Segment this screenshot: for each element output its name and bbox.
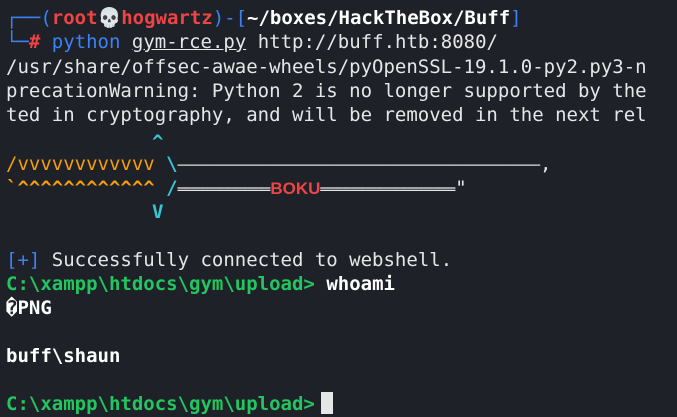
command-line: └─# python gym-rce.py http://buff.htb:80… — [6, 30, 498, 54]
banner-dash-line: ────────────────────────────────────────… — [177, 158, 541, 174]
command-script: gym-rce.py — [131, 31, 247, 53]
png-output: �PNG — [6, 297, 52, 319]
shell-prompt: C:\xampp\htdocs\gym\upload> — [6, 393, 315, 415]
prompt-connector-top: ┌──( — [6, 7, 52, 29]
banner-boku-label: BOKU — [270, 179, 321, 198]
banner-dash-end: , — [540, 153, 552, 175]
banner-slash-back: \ — [154, 153, 178, 175]
whoami-result: buff\shaun — [6, 345, 121, 367]
text-cursor — [320, 392, 333, 414]
warning-line: precationWarning: Python 2 is no longer … — [6, 80, 647, 102]
banner-eq-right: ════════════════ — [320, 182, 456, 198]
success-message: Successfully connected to webshell. — [40, 249, 453, 271]
banner-eq-end: " — [455, 177, 467, 199]
shell-line-2[interactable]: C:\xampp\htdocs\gym\upload> — [6, 392, 333, 416]
banner-caret-up: ^ — [152, 131, 164, 153]
prompt-user: root — [51, 7, 98, 29]
banner-caret-down: V — [152, 201, 164, 223]
banner-slash: / — [154, 177, 178, 199]
shell-command: whoami — [326, 273, 395, 295]
prompt-host: hogwartz — [121, 7, 213, 29]
banner-v-row: /vvvvvvvvvvvv \─────────────────────────… — [6, 152, 552, 176]
prompt-header: ┌──(root💀hogwartz)-[~/boxes/HackTheBox/B… — [6, 6, 522, 30]
command-url: http://buff.htb:8080/ — [257, 31, 498, 53]
success-tag: [+] — [6, 249, 41, 271]
success-line: [+] Successfully connected to webshell. — [6, 248, 452, 272]
warning-line: ted in cryptography, and will be removed… — [6, 104, 647, 126]
banner-v-chars: /vvvvvvvvvvvv — [6, 153, 155, 175]
prompt-connector-bottom: └─ — [6, 31, 29, 53]
prompt-bracket-end: ] — [510, 7, 522, 29]
banner-eq-left: ═══════════ — [177, 182, 271, 198]
command-program: python — [51, 31, 121, 53]
banner-caret-chars: `^^^^^^^^^^^^ — [6, 177, 155, 199]
skull-icon: 💀 — [97, 7, 122, 29]
prompt-connector-mid: )-[ — [212, 7, 248, 29]
terminal-window[interactable]: ┌──(root💀hogwartz)-[~/boxes/HackTheBox/B… — [0, 0, 677, 417]
banner-caret-row: `^^^^^^^^^^^^ /═══════════BOKU══════════… — [6, 176, 467, 200]
shell-line-1: C:\xampp\htdocs\gym\upload> whoami — [6, 272, 395, 296]
prompt-hash: # — [28, 31, 41, 53]
warning-line: /usr/share/offsec-awae-wheels/pyOpenSSL-… — [6, 56, 647, 78]
prompt-path: ~/boxes/HackTheBox/Buff — [247, 7, 511, 29]
shell-prompt: C:\xampp\htdocs\gym\upload> — [6, 273, 315, 295]
